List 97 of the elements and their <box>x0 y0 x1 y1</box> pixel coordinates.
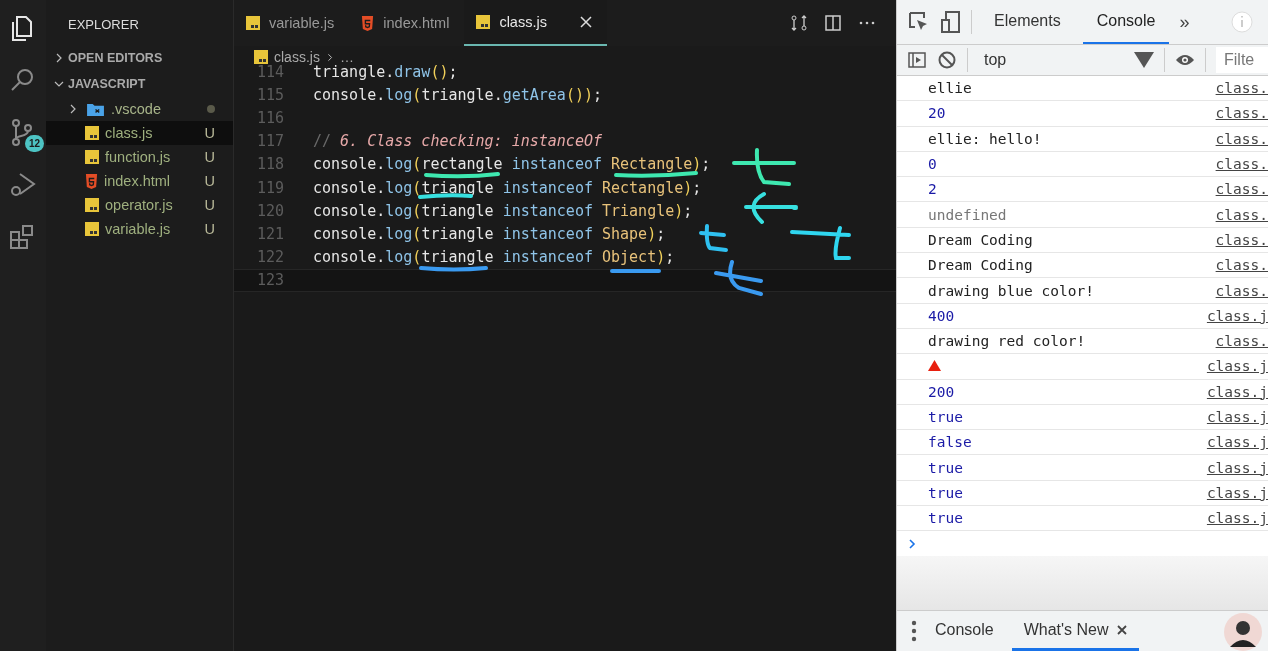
dropdown-arrow-icon[interactable] <box>1134 50 1154 70</box>
source-link[interactable]: class. <box>1215 181 1268 198</box>
console-message: Dream Coding <box>928 257 1033 274</box>
code-line: triangle.draw(); <box>313 62 458 81</box>
code-line: // 6. Class checking: instanceOf <box>313 132 602 151</box>
section-header[interactable]: JAVASCRIPT <box>46 71 233 97</box>
breadcrumb-chevron-icon[interactable] <box>325 52 334 62</box>
line-number: 118 <box>255 155 284 174</box>
console-message: drawing red color! <box>928 333 1086 350</box>
js-file-icon <box>85 126 99 140</box>
devtools-tab[interactable]: Elements <box>980 0 1075 44</box>
line-number: 115 <box>255 85 284 104</box>
code-line: console.log(triangle instanceof Shape); <box>313 224 666 243</box>
close-icon[interactable] <box>1116 624 1127 635</box>
folder-item[interactable]: .vscode <box>46 97 233 121</box>
split-editor-icon[interactable] <box>824 14 842 32</box>
folder-icon <box>86 101 105 117</box>
source-link[interactable]: class. <box>1215 156 1268 173</box>
source-link[interactable]: class.j <box>1206 383 1268 400</box>
compare-changes-icon[interactable] <box>790 14 808 32</box>
console-message: 0 <box>928 156 937 173</box>
source-link[interactable]: class. <box>1215 231 1268 248</box>
js-file-icon <box>85 150 99 164</box>
console-message: true <box>928 510 963 527</box>
console-message: 20 <box>928 105 946 122</box>
avatar-icon <box>1224 613 1262 651</box>
breadcrumb-item[interactable]: class.js <box>274 49 320 65</box>
code-line: console.log(triangle instanceof Rectangle); <box>313 178 702 197</box>
console-message: Dream Coding <box>928 231 1033 248</box>
clear-console-icon[interactable] <box>937 50 957 70</box>
sidebar-toggle-icon[interactable] <box>907 50 927 70</box>
file-item[interactable]: variable.js U <box>46 217 233 241</box>
js-file-icon <box>254 50 268 64</box>
console-message: 200 <box>928 383 955 400</box>
source-link[interactable]: class.j <box>1206 409 1268 425</box>
html-file-icon <box>361 15 375 31</box>
line-number: 117 <box>255 132 284 151</box>
chevron-icon[interactable] <box>68 104 78 114</box>
chevron-icon[interactable] <box>54 52 64 63</box>
console-message: 400 <box>928 307 955 324</box>
js-file-icon <box>246 16 260 30</box>
status-dot-icon <box>207 105 215 113</box>
source-link[interactable]: class.j <box>1206 358 1268 375</box>
line-number: 122 <box>255 248 284 267</box>
code-line: console.log(triangle instanceof Triangle); <box>313 201 693 220</box>
js-file-icon <box>85 198 99 212</box>
file-item[interactable]: class.js U <box>46 121 233 145</box>
console-message: true <box>928 459 963 476</box>
line-number: 119 <box>255 178 284 197</box>
sidebar-title: EXPLORER <box>67 16 140 34</box>
js-file-icon <box>85 222 99 236</box>
source-link[interactable]: class. <box>1215 130 1268 147</box>
source-link[interactable]: class. <box>1215 206 1268 223</box>
line-number: 116 <box>255 108 284 127</box>
filter-field[interactable]: Filte <box>1216 47 1268 73</box>
context-dropdown[interactable]: top <box>978 50 1154 70</box>
console-message: true <box>928 484 963 501</box>
prompt-icon[interactable] <box>907 538 917 549</box>
code-line: console.log(triangle.getArea()); <box>313 85 602 104</box>
more-tabs-button[interactable]: » <box>1179 11 1190 33</box>
html-file-icon <box>85 173 98 189</box>
file-item[interactable]: operator.js U <box>46 193 233 217</box>
line-number: 120 <box>255 201 284 220</box>
editor-tab[interactable]: variable.js <box>234 0 350 46</box>
console-message: undefined <box>928 206 1007 223</box>
code-line: console.log(triangle instanceof Object); <box>313 248 675 267</box>
source-link[interactable]: class. <box>1215 282 1268 299</box>
console-message: ellie <box>928 80 972 97</box>
source-link[interactable]: class.j <box>1206 307 1268 324</box>
source-link[interactable]: class. <box>1215 105 1268 122</box>
source-link[interactable]: class.j <box>1206 484 1268 501</box>
console-message: true <box>928 409 963 425</box>
source-link[interactable]: class.j <box>1206 459 1268 476</box>
source-link[interactable]: class. <box>1215 80 1268 97</box>
section-header[interactable]: OPEN EDITORS <box>46 45 233 71</box>
code-line: console.log(rectangle instanceof Rectangle); <box>313 155 711 174</box>
console-message: drawing blue color! <box>928 282 1094 299</box>
console-message: 2 <box>928 181 937 198</box>
file-item[interactable]: function.js U <box>46 145 233 169</box>
breadcrumb-item[interactable]: … <box>339 49 354 65</box>
drawer-tab[interactable]: Console <box>923 611 1006 651</box>
line-number: 121 <box>255 224 284 243</box>
device-toolbar-icon[interactable] <box>939 10 963 34</box>
source-link[interactable]: class. <box>1215 257 1268 274</box>
console-message: false <box>928 434 972 451</box>
source-link[interactable]: class.j <box>1206 510 1268 527</box>
js-file-icon <box>476 15 491 29</box>
line-number: 123 <box>255 271 284 290</box>
editor-tab[interactable]: index.html <box>349 0 465 46</box>
source-link[interactable]: class.j <box>1206 434 1268 451</box>
file-item[interactable]: index.html U <box>46 169 233 193</box>
drawer-tab[interactable]: What's New <box>1011 611 1139 651</box>
source-link[interactable]: class. <box>1215 333 1268 350</box>
console-message: ellie: hello! <box>928 130 1042 147</box>
drawer-menu-icon[interactable] <box>911 620 917 642</box>
line-number: 114 <box>255 62 284 81</box>
count-badge: 12 <box>24 135 44 152</box>
